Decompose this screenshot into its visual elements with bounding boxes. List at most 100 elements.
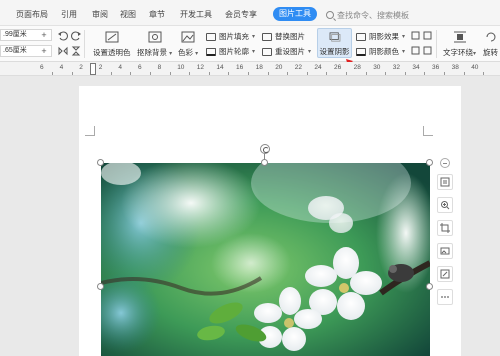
tab-review[interactable]: 审阅 bbox=[92, 9, 108, 20]
resize-handle-left[interactable] bbox=[97, 283, 104, 290]
replace-image-icon bbox=[262, 32, 272, 41]
tab-page-layout[interactable]: 页面布局 bbox=[16, 9, 48, 20]
ruler-number: 26 bbox=[334, 64, 342, 71]
ruler-tick bbox=[71, 72, 73, 75]
shadow-color-button[interactable]: 阴影颜色 ▾ bbox=[356, 46, 405, 57]
rotate-left-icon[interactable] bbox=[58, 31, 68, 41]
selected-photo[interactable] bbox=[101, 163, 430, 356]
text-wrap-button[interactable]: 文字环绕▾ bbox=[443, 31, 476, 58]
shadow-icon bbox=[329, 32, 340, 42]
image-fill-icon bbox=[206, 32, 216, 41]
reset-image-button[interactable]: 重设图片 ▾ bbox=[262, 46, 311, 57]
ruler-number: 6 bbox=[40, 64, 44, 71]
ruler-tick bbox=[228, 72, 230, 75]
ruler-number: 30 bbox=[373, 64, 381, 71]
ruler-tick bbox=[306, 72, 308, 75]
text-wrap-label: 文字环绕▾ bbox=[443, 48, 477, 57]
shadow-color-icon bbox=[356, 47, 366, 56]
blossom-photo bbox=[101, 163, 430, 356]
image-outline-icon bbox=[206, 47, 216, 56]
set-shadow-label: 设置阴影 bbox=[319, 47, 350, 56]
shadow-nudge-buttons-2[interactable] bbox=[411, 46, 432, 55]
rotate-icon bbox=[486, 32, 495, 42]
ruler-tick bbox=[189, 72, 191, 75]
tab-sections[interactable]: 章节 bbox=[149, 9, 165, 20]
ruler-number: 24 bbox=[314, 64, 322, 71]
ruler-tick bbox=[248, 72, 249, 75]
indent-marker[interactable] bbox=[90, 63, 96, 75]
tab-view[interactable]: 视图 bbox=[120, 9, 136, 20]
ruler-number: 2 bbox=[98, 64, 103, 71]
resize-handle-right[interactable] bbox=[426, 283, 433, 290]
tab-references[interactable]: 引用 bbox=[61, 9, 77, 20]
remove-background-button[interactable]: 抠除背景 ▾ bbox=[137, 31, 172, 58]
ruler-number: 40 bbox=[471, 64, 479, 71]
ruler-tick bbox=[150, 72, 151, 75]
shadow-color-label: 阴影颜色 bbox=[369, 47, 399, 56]
image-edit-button[interactable] bbox=[437, 266, 453, 282]
crop-button[interactable] bbox=[437, 220, 453, 236]
image-button[interactable] bbox=[437, 243, 453, 259]
color-button[interactable]: 色彩 ▾ bbox=[178, 31, 198, 58]
ruler-tick bbox=[169, 72, 171, 75]
image-fill-label: 图片填充 bbox=[219, 32, 249, 41]
shadow-nudge-buttons[interactable] bbox=[411, 31, 432, 40]
ruler-tick bbox=[424, 72, 426, 75]
set-transparent-button[interactable]: 设置透明色 bbox=[93, 31, 131, 58]
image-outline-button[interactable]: 图片轮廓 ▾ bbox=[206, 46, 255, 57]
tab-developer[interactable]: 开发工具 bbox=[180, 9, 212, 20]
command-search[interactable]: 查找命令、搜索模板 bbox=[326, 8, 409, 22]
width-increase-button[interactable]: + bbox=[40, 46, 48, 56]
toolbar-divider bbox=[436, 30, 437, 58]
zoom-in-icon bbox=[441, 201, 450, 210]
zoom-in-button[interactable] bbox=[437, 197, 453, 213]
flip-vertical-icon[interactable] bbox=[71, 46, 81, 56]
set-transparent-label: 设置透明色 bbox=[93, 48, 131, 57]
ruler-number: 38 bbox=[451, 64, 459, 71]
rotate-right-icon[interactable] bbox=[71, 31, 81, 41]
ruler-number: 8 bbox=[157, 64, 162, 71]
shadow-effect-button[interactable]: 阴影效果 ▾ bbox=[356, 31, 405, 42]
flip-horizontal-icon[interactable] bbox=[58, 46, 68, 56]
image-outline-label: 图片轮廓 bbox=[219, 47, 249, 56]
reset-image-label: 重设图片 bbox=[275, 47, 305, 56]
nudge-right-icon[interactable] bbox=[423, 46, 432, 55]
search-placeholder: 查找命令、搜索模板 bbox=[337, 10, 409, 20]
nudge-left-icon[interactable] bbox=[423, 31, 432, 40]
ruler-tick bbox=[365, 72, 367, 75]
replace-image-button[interactable]: 替换图片 bbox=[262, 31, 305, 42]
picture-toolbar: .99厘米 + .65厘米 + 设置透明色 抠除背景 ▾ 色彩 ▾ 图片填充 ▾ … bbox=[0, 26, 500, 62]
shadow-effect-icon bbox=[356, 32, 366, 41]
set-shadow-button[interactable]: 设置阴影 bbox=[317, 28, 352, 58]
ruler-tick bbox=[267, 72, 269, 75]
crop-icon bbox=[440, 223, 450, 233]
text-wrap-icon bbox=[453, 31, 466, 43]
search-icon bbox=[326, 11, 334, 19]
more-button[interactable] bbox=[437, 289, 453, 305]
resize-handle-top-right[interactable] bbox=[426, 159, 433, 166]
image-icon bbox=[440, 247, 450, 255]
flip-buttons[interactable] bbox=[58, 46, 81, 56]
resize-handle-top-left[interactable] bbox=[97, 159, 104, 166]
nudge-down-icon[interactable] bbox=[411, 46, 420, 55]
ruler-number: 16 bbox=[236, 64, 244, 71]
ruler-number: 2 bbox=[79, 64, 83, 71]
ruler-tick bbox=[52, 72, 53, 75]
rotate-handle-icon[interactable] bbox=[260, 144, 270, 154]
ruler-number: 4 bbox=[118, 64, 123, 71]
resize-handle-top[interactable] bbox=[261, 159, 268, 166]
rotate-button[interactable]: 旋转 bbox=[483, 31, 498, 58]
collapse-icon[interactable] bbox=[440, 158, 450, 168]
layout-button[interactable] bbox=[437, 174, 453, 190]
ruler-number: 6 bbox=[138, 64, 142, 71]
height-increase-button[interactable]: + bbox=[40, 30, 48, 40]
rotate-buttons[interactable] bbox=[58, 31, 81, 41]
reset-image-icon bbox=[262, 47, 272, 56]
tab-picture-tools[interactable]: 图片工具 bbox=[273, 7, 317, 21]
ruler-tick bbox=[346, 72, 347, 75]
image-fill-button[interactable]: 图片填充 ▾ bbox=[206, 31, 255, 42]
nudge-up-icon[interactable] bbox=[411, 31, 420, 40]
tab-member[interactable]: 会员专享 bbox=[225, 9, 257, 20]
remove-background-icon bbox=[148, 31, 162, 43]
ruler-number: 32 bbox=[392, 64, 401, 71]
